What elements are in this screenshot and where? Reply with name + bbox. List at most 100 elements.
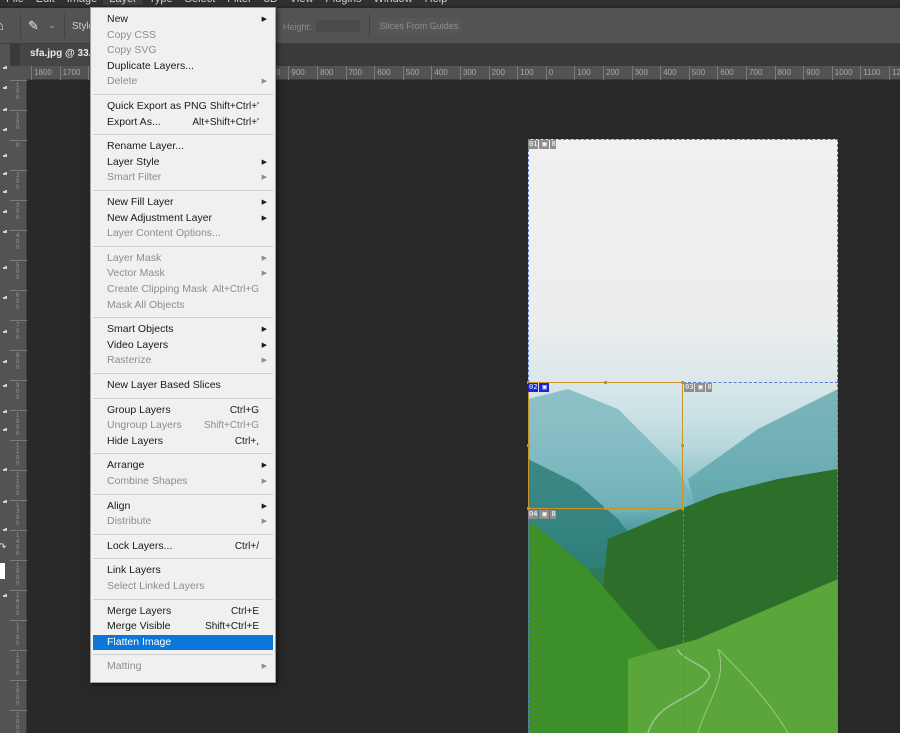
menu-edit[interactable]: Edit (30, 0, 61, 5)
slice-label[interactable]: 04 ▣ 8 (528, 510, 557, 519)
submenu-arrow-icon: ▶ (261, 214, 267, 222)
tool-button[interactable] (3, 468, 7, 471)
menu-separator (93, 598, 273, 600)
menu-image[interactable]: Image (61, 0, 104, 5)
slice-label[interactable]: 03 ▣ 8 (684, 383, 713, 392)
menu-item-label: Flatten Image (107, 635, 172, 648)
menu-item-smart-filter[interactable]: Smart Filter ▶ (93, 170, 273, 185)
menu-item-new-adjustment-layer[interactable]: New Adjustment Layer ▶ (93, 211, 273, 226)
link-icon: 8 (550, 140, 557, 149)
menu-item-combine-shapes[interactable]: Combine Shapes ▶ (93, 474, 273, 489)
tool-button[interactable] (3, 594, 7, 597)
vertical-ruler[interactable]: 100 150 0 200 300 400 500 600 700 800 900 1000 1100 1… (10, 80, 27, 733)
menu-item-video-layers[interactable]: Video Layers ▶ (93, 338, 273, 353)
slice-tool-icon[interactable]: ✎ (28, 18, 44, 33)
swap-colors-icon[interactable]: ↷ (0, 542, 6, 553)
menu-item-align[interactable]: Align ▶ (93, 499, 273, 514)
ruler-tick-label: 1800 (16, 653, 20, 677)
resize-handle[interactable] (604, 507, 607, 510)
menu-item-link-layers[interactable]: Link Layers (93, 563, 273, 578)
ruler-tick (10, 440, 27, 441)
menu-help[interactable]: Help (419, 0, 454, 5)
tool-button[interactable] (3, 266, 7, 269)
tool-button[interactable] (3, 86, 7, 89)
tool-button[interactable] (3, 108, 7, 111)
menu-item-arrange[interactable]: Arrange ▶ (93, 458, 273, 473)
menu-item-mask-all-objects[interactable]: Mask All Objects (93, 298, 273, 313)
menu-item-distribute[interactable]: Distribute ▶ (93, 514, 273, 529)
menu-item-copy-css[interactable]: Copy CSS (93, 28, 273, 43)
ruler-tick-label: 2000 (16, 713, 20, 733)
menu-item-copy-svg[interactable]: Copy SVG (93, 43, 273, 58)
menu-plugins[interactable]: Plugins (319, 0, 367, 5)
tool-button[interactable] (3, 66, 7, 69)
menu-item-ungroup-layers[interactable]: Ungroup Layers Shift+Ctrl+G (93, 418, 273, 433)
tool-button[interactable] (3, 230, 7, 233)
ruler-tick-label: 200 (488, 66, 505, 80)
menu-select[interactable]: Select (179, 0, 222, 5)
menu-layer[interactable]: Layer (103, 0, 143, 5)
menu-item-layer-style[interactable]: Layer Style ▶ (93, 155, 273, 170)
menu-type[interactable]: Type (143, 0, 179, 5)
menu-item-group-layers[interactable]: Group Layers Ctrl+G (93, 403, 273, 418)
menu-item-flatten-image[interactable]: Flatten Image (93, 634, 273, 650)
resize-handle[interactable] (681, 444, 684, 447)
tool-button[interactable] (3, 428, 7, 431)
menu-item-select-linked-layers[interactable]: Select Linked Layers (93, 579, 273, 594)
menu-item-lock-layers[interactable]: Lock Layers... Ctrl+/ (93, 539, 273, 554)
selected-slice-bounds[interactable] (528, 382, 683, 509)
menu-item-matting[interactable]: Matting ▶ (93, 659, 273, 674)
ruler-tick (10, 80, 27, 81)
tool-button[interactable] (3, 360, 7, 363)
tool-button[interactable] (3, 190, 7, 193)
tool-button[interactable] (3, 296, 7, 299)
ruler-tick (10, 560, 27, 561)
chevron-down-icon[interactable]: ⌄ (48, 20, 56, 31)
tool-button[interactable] (3, 154, 7, 157)
menu-item-quick-export-as-png[interactable]: Quick Export as PNG Shift+Ctrl+' (93, 99, 273, 114)
ruler-tick-label: 200 (603, 66, 619, 80)
tool-button[interactable] (3, 410, 7, 413)
menu-view[interactable]: View (284, 0, 320, 5)
menu-window[interactable]: Window (368, 0, 419, 5)
menu-item-delete[interactable]: Delete ▶ (93, 74, 273, 89)
background-color-swatch[interactable] (0, 563, 5, 579)
resize-handle[interactable] (681, 507, 684, 510)
home-icon[interactable]: ⌂ (0, 18, 10, 33)
menu-filter[interactable]: Filter (221, 0, 257, 5)
menu-file[interactable]: File (0, 0, 30, 5)
resize-handle[interactable] (527, 444, 530, 447)
menu-item-layer-mask[interactable]: Layer Mask ▶ (93, 251, 273, 266)
ruler-tick-label: 1000 (831, 66, 853, 80)
menu-item-new-fill-layer[interactable]: New Fill Layer ▶ (93, 195, 273, 210)
tool-button[interactable] (3, 172, 7, 175)
menu-item-new[interactable]: New ▶ (93, 12, 273, 27)
menu-item-export-as[interactable]: Export As... Alt+Shift+Ctrl+' (93, 115, 273, 130)
menu-item-vector-mask[interactable]: Vector Mask ▶ (93, 266, 273, 281)
tool-button[interactable] (3, 128, 7, 131)
slices-from-guides-button[interactable]: Slices From Guides (377, 18, 461, 34)
tool-button[interactable] (3, 330, 7, 333)
ruler-tick (10, 410, 27, 411)
menu-item-merge-layers[interactable]: Merge Layers Ctrl+E (93, 604, 273, 619)
slice-label-selected[interactable]: 02 ▣ (528, 383, 550, 392)
menu-item-create-clipping-mask[interactable]: Create Clipping Mask Alt+Ctrl+G (93, 282, 273, 297)
menu-item-merge-visible[interactable]: Merge Visible Shift+Ctrl+E (93, 619, 273, 634)
menu-item-new-layer-based-slices[interactable]: New Layer Based Slices (93, 378, 273, 393)
menu-item-rename-layer[interactable]: Rename Layer... (93, 139, 273, 154)
menu-3d[interactable]: 3D (258, 0, 284, 5)
resize-handle[interactable] (604, 381, 607, 384)
menu-item-hide-layers[interactable]: Hide Layers Ctrl+, (93, 434, 273, 449)
tool-button[interactable] (3, 500, 7, 503)
tool-button[interactable] (3, 528, 7, 531)
ruler-tick-label: 1600 (16, 593, 20, 617)
menu-item-duplicate-layers[interactable]: Duplicate Layers... (93, 59, 273, 74)
menu-item-rasterize[interactable]: Rasterize ▶ (93, 353, 273, 368)
tool-button[interactable] (3, 210, 7, 213)
ruler-corner[interactable] (10, 66, 27, 80)
slice-label[interactable]: 01 ▣ 8 (528, 140, 557, 149)
menu-item-layer-content-options[interactable]: Layer Content Options... (93, 226, 273, 241)
tool-button[interactable] (3, 384, 7, 387)
menu-item-smart-objects[interactable]: Smart Objects ▶ (93, 322, 273, 337)
height-input[interactable] (316, 20, 360, 32)
